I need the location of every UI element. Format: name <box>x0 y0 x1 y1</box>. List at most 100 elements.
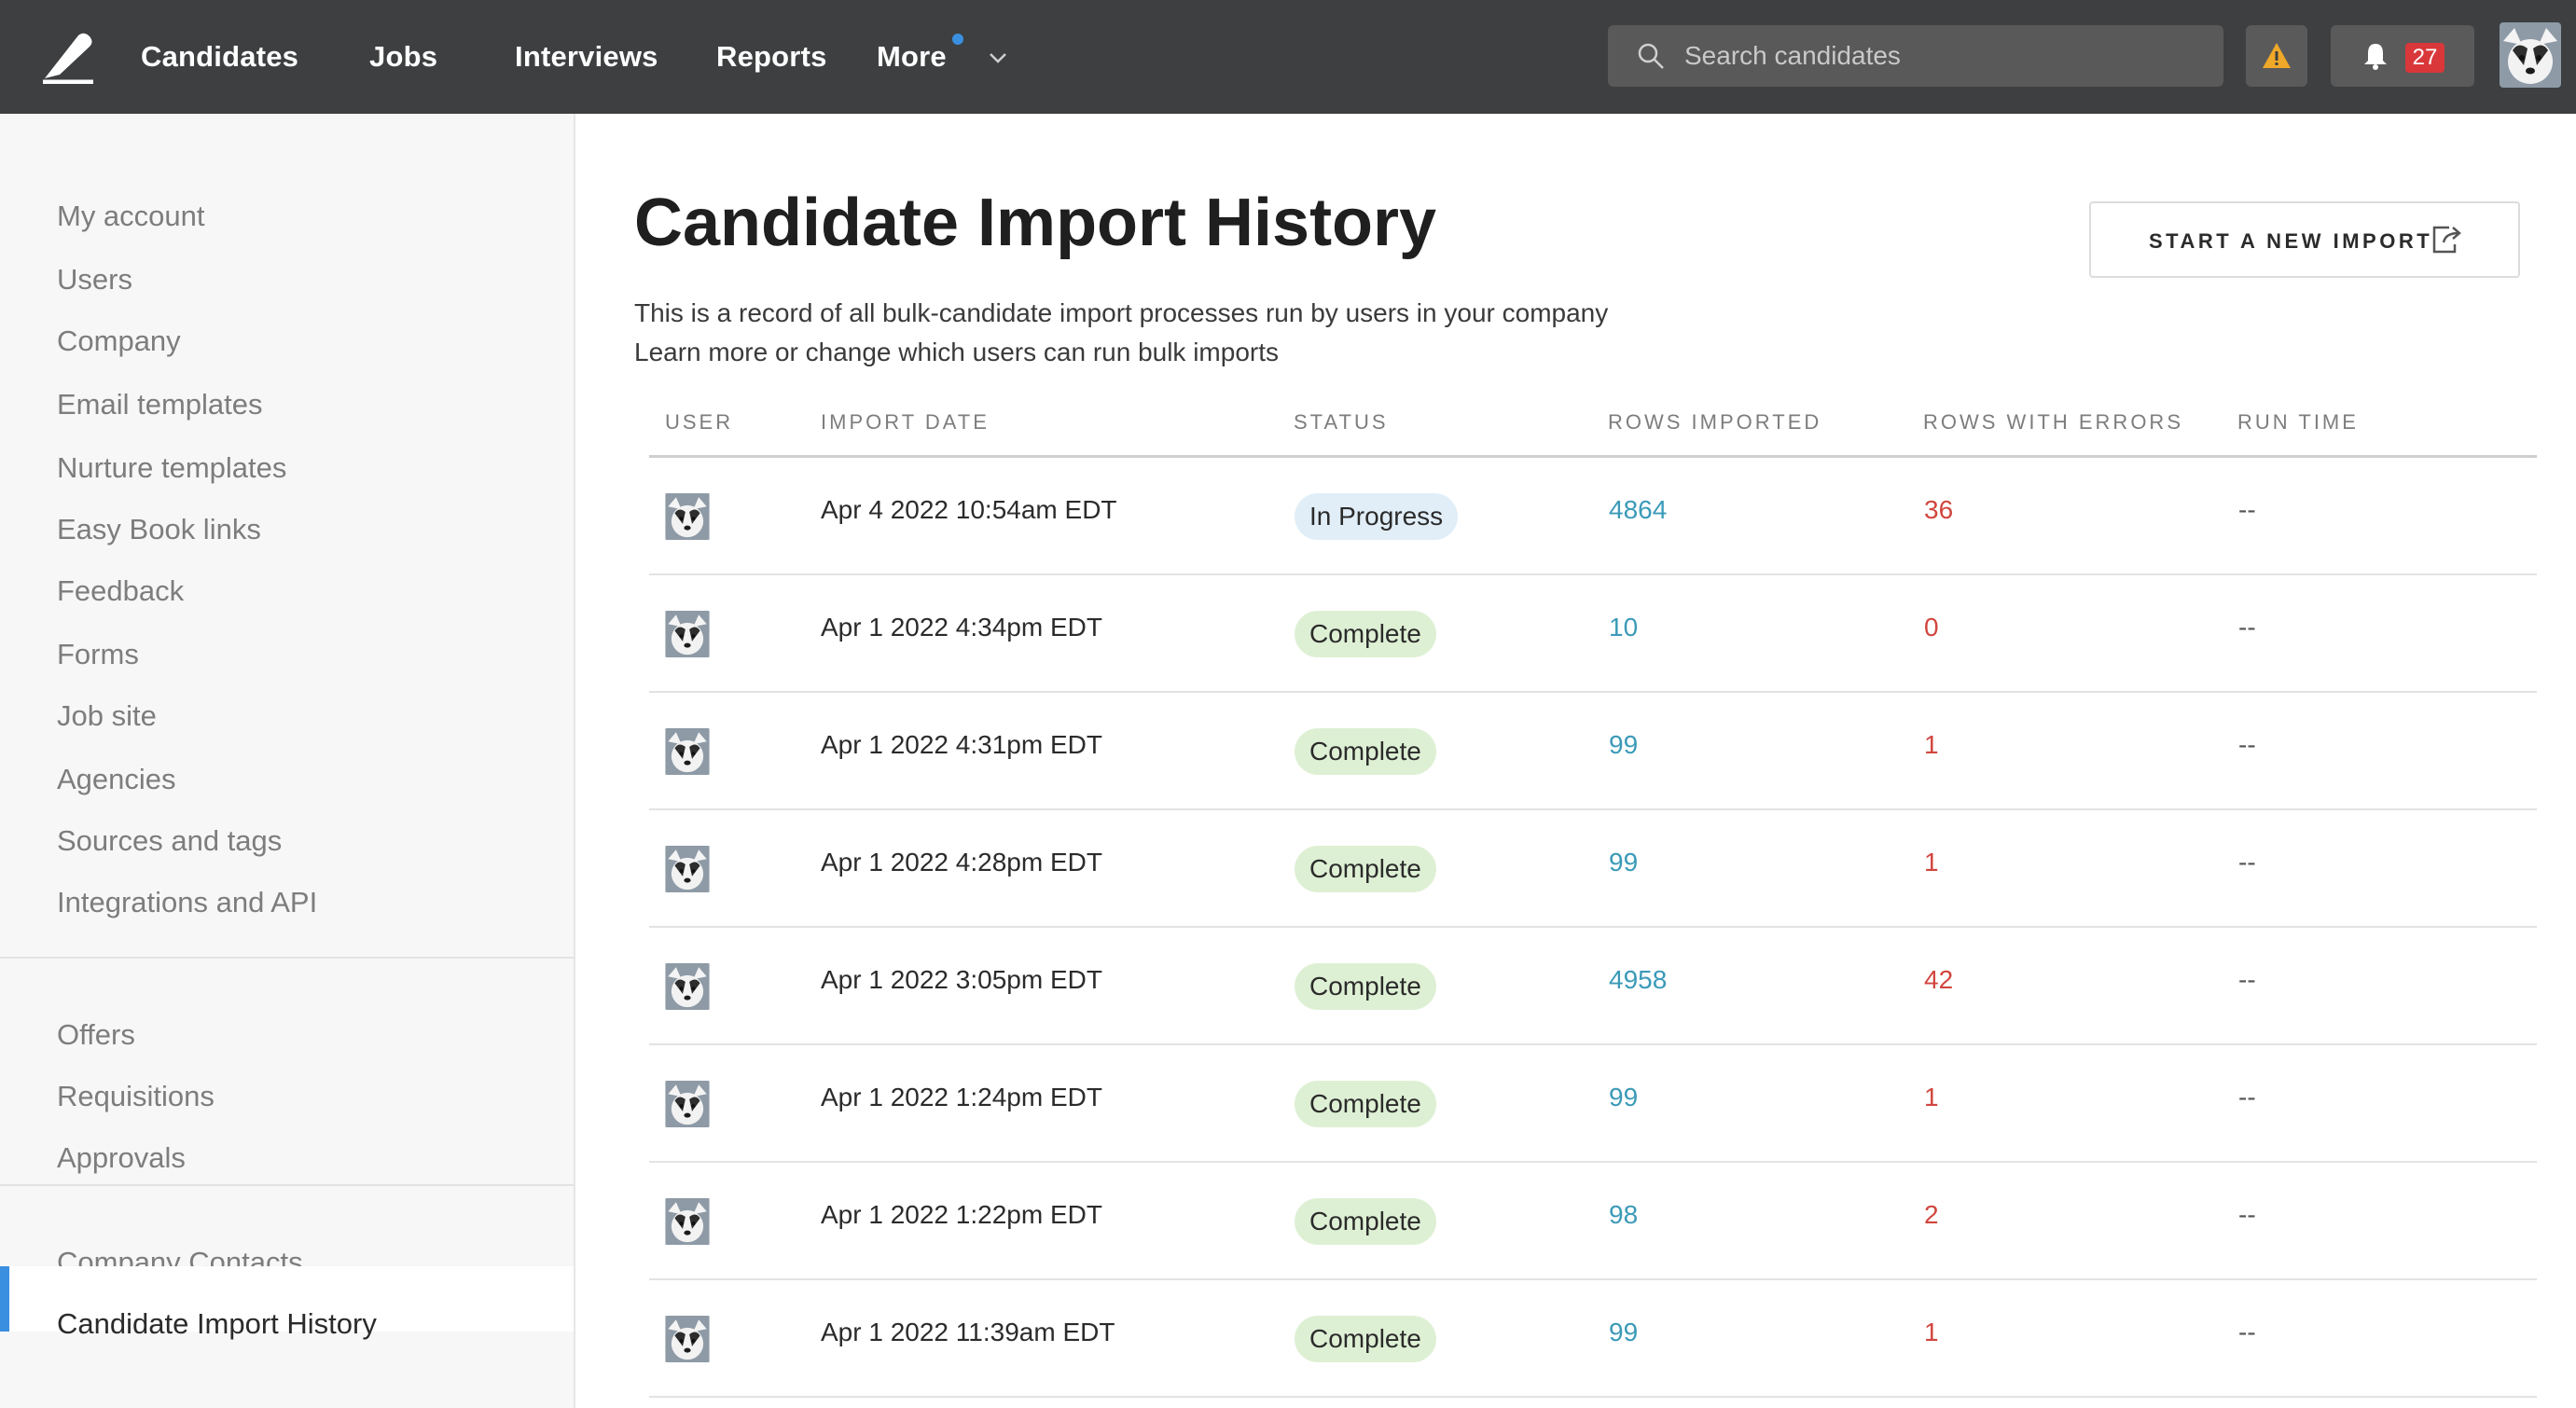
table-row[interactable]: Apr 1 2022 11:39am EDT Complete 99 1 -- <box>649 1280 2537 1398</box>
rows-imported-link[interactable]: 10 <box>1609 613 1638 642</box>
run-time: -- <box>2238 495 2256 524</box>
rows-with-errors-link[interactable]: 1 <box>1924 730 1939 760</box>
column-header-import-date: IMPORT DATE <box>821 410 990 434</box>
import-date: Apr 4 2022 10:54am EDT <box>821 495 1117 524</box>
sidebar-item-sources-and-tags[interactable]: Sources and tags <box>57 815 282 867</box>
chevron-down-icon[interactable] <box>987 47 1009 69</box>
learn-more-link[interactable]: Learn more or change which users can run… <box>634 338 1279 367</box>
nav-reports[interactable]: Reports <box>716 0 827 114</box>
import-date: Apr 1 2022 1:22pm EDT <box>821 1200 1102 1229</box>
rows-with-errors-link[interactable]: 0 <box>1924 613 1939 642</box>
column-header-user: USER <box>665 410 734 434</box>
rows-imported-link[interactable]: 4864 <box>1609 495 1667 525</box>
status-badge: Complete <box>1295 846 1436 892</box>
table-row[interactable]: Apr 1 2022 4:34pm EDT Complete 10 0 -- <box>649 575 2537 693</box>
run-time: -- <box>2238 613 2256 642</box>
run-time: -- <box>2238 1083 2256 1111</box>
rows-with-errors-link[interactable]: 2 <box>1924 1200 1939 1230</box>
rows-with-errors-link[interactable]: 1 <box>1924 1318 1939 1347</box>
status-badge: In Progress <box>1295 493 1459 540</box>
import-date: Apr 1 2022 4:28pm EDT <box>821 848 1102 877</box>
nav-more-indicator-dot <box>952 34 963 45</box>
sidebar-item-integrations-and-api[interactable]: Integrations and API <box>57 877 317 929</box>
user-avatar <box>664 1081 711 1127</box>
status-badge: Complete <box>1295 963 1436 1010</box>
alert-button[interactable] <box>2246 25 2307 87</box>
user-avatar <box>664 1316 711 1362</box>
status-badge: Complete <box>1295 611 1436 657</box>
user-avatar[interactable] <box>2500 22 2561 88</box>
status-badge: Complete <box>1295 1316 1436 1362</box>
run-time: -- <box>2238 1200 2256 1229</box>
import-date: Apr 1 2022 11:39am EDT <box>821 1318 1115 1346</box>
sidebar-item-forms[interactable]: Forms <box>57 628 139 681</box>
sidebar-item-requisitions[interactable]: Requisitions <box>57 1070 215 1123</box>
sidebar-divider <box>0 1184 574 1186</box>
sidebar-item-candidate-import-history[interactable]: Candidate Import History <box>57 1298 377 1350</box>
rows-with-errors-link[interactable]: 1 <box>1924 1083 1939 1112</box>
sidebar-item-agencies[interactable]: Agencies <box>57 753 176 806</box>
rows-with-errors-link[interactable]: 1 <box>1924 848 1939 877</box>
run-time: -- <box>2238 848 2256 877</box>
sidebar-item-easy-book-links[interactable]: Easy Book links <box>57 504 261 556</box>
bell-icon <box>2364 44 2387 70</box>
sidebar-item-users[interactable]: Users <box>57 254 132 306</box>
settings-sidebar: My account Users Company Email templates… <box>0 114 575 1408</box>
nav-candidates[interactable]: Candidates <box>141 0 298 114</box>
start-new-import-label: START A NEW IMPORT <box>2149 229 2433 253</box>
import-date: Apr 1 2022 4:31pm EDT <box>821 730 1102 759</box>
table-row[interactable]: Apr 1 2022 1:24pm EDT Complete 99 1 -- <box>649 1045 2537 1163</box>
user-avatar <box>664 963 711 1010</box>
import-date: Apr 1 2022 1:24pm EDT <box>821 1083 1102 1111</box>
nav-jobs[interactable]: Jobs <box>369 0 437 114</box>
sidebar-active-indicator <box>0 1266 9 1332</box>
column-header-run-time: RUN TIME <box>2237 410 2359 434</box>
run-time: -- <box>2238 965 2256 994</box>
search-input[interactable] <box>1684 33 2207 79</box>
page-title: Candidate Import History <box>634 186 1437 260</box>
top-navigation-bar: Candidates Jobs Interviews Reports More … <box>0 0 2576 114</box>
sidebar-item-offers[interactable]: Offers <box>57 1009 135 1061</box>
rows-imported-link[interactable]: 99 <box>1609 1318 1638 1347</box>
logo-icon[interactable] <box>41 32 95 84</box>
sidebar-item-email-templates[interactable]: Email templates <box>57 379 263 431</box>
start-new-import-button[interactable]: START A NEW IMPORT <box>2089 201 2520 278</box>
rows-imported-link[interactable]: 4958 <box>1609 965 1667 995</box>
page-description: This is a record of all bulk-candidate i… <box>634 298 1609 327</box>
column-header-rows-imported: ROWS IMPORTED <box>1608 410 1822 434</box>
table-row[interactable]: Apr 4 2022 10:54am EDT In Progress 4864 … <box>649 458 2537 575</box>
user-avatar <box>664 846 711 892</box>
table-row[interactable]: Apr 1 2022 4:28pm EDT Complete 99 1 -- <box>649 810 2537 928</box>
run-time: -- <box>2238 730 2256 759</box>
table-row[interactable]: Apr 1 2022 3:05pm EDT Complete 4958 42 -… <box>649 928 2537 1045</box>
rows-imported-link[interactable]: 98 <box>1609 1200 1638 1230</box>
sidebar-item-nurture-templates[interactable]: Nurture templates <box>57 442 286 494</box>
nav-more[interactable]: More <box>877 0 947 114</box>
sidebar-divider <box>0 957 574 959</box>
notification-count-badge: 27 <box>2405 43 2444 73</box>
rows-imported-link[interactable]: 99 <box>1609 848 1638 877</box>
rows-with-errors-link[interactable]: 42 <box>1924 965 1953 995</box>
sidebar-item-approvals[interactable]: Approvals <box>57 1132 186 1184</box>
warning-icon <box>2263 43 2291 68</box>
status-badge: Complete <box>1295 1081 1436 1127</box>
rows-imported-link[interactable]: 99 <box>1609 730 1638 760</box>
table-row[interactable]: Apr 1 2022 4:31pm EDT Complete 99 1 -- <box>649 693 2537 810</box>
user-avatar <box>664 493 711 540</box>
rows-with-errors-link[interactable]: 36 <box>1924 495 1953 525</box>
search-bar[interactable] <box>1608 25 2223 87</box>
import-date: Apr 1 2022 3:05pm EDT <box>821 965 1102 994</box>
sidebar-item-company[interactable]: Company <box>57 315 181 367</box>
nav-interviews[interactable]: Interviews <box>515 0 658 114</box>
sidebar-item-job-site[interactable]: Job site <box>57 690 157 742</box>
column-header-status: STATUS <box>1294 410 1389 434</box>
user-avatar <box>664 728 711 775</box>
sidebar-item-my-account[interactable]: My account <box>57 190 205 242</box>
table-row[interactable]: Apr 1 2022 1:22pm EDT Complete 98 2 -- <box>649 1163 2537 1280</box>
column-header-rows-with-errors: ROWS WITH ERRORS <box>1923 410 2183 434</box>
rows-imported-link[interactable]: 99 <box>1609 1083 1638 1112</box>
search-icon <box>1638 43 1664 69</box>
notifications-button[interactable]: 27 <box>2331 25 2474 87</box>
sidebar-item-feedback[interactable]: Feedback <box>57 565 184 617</box>
status-badge: Complete <box>1295 728 1436 775</box>
